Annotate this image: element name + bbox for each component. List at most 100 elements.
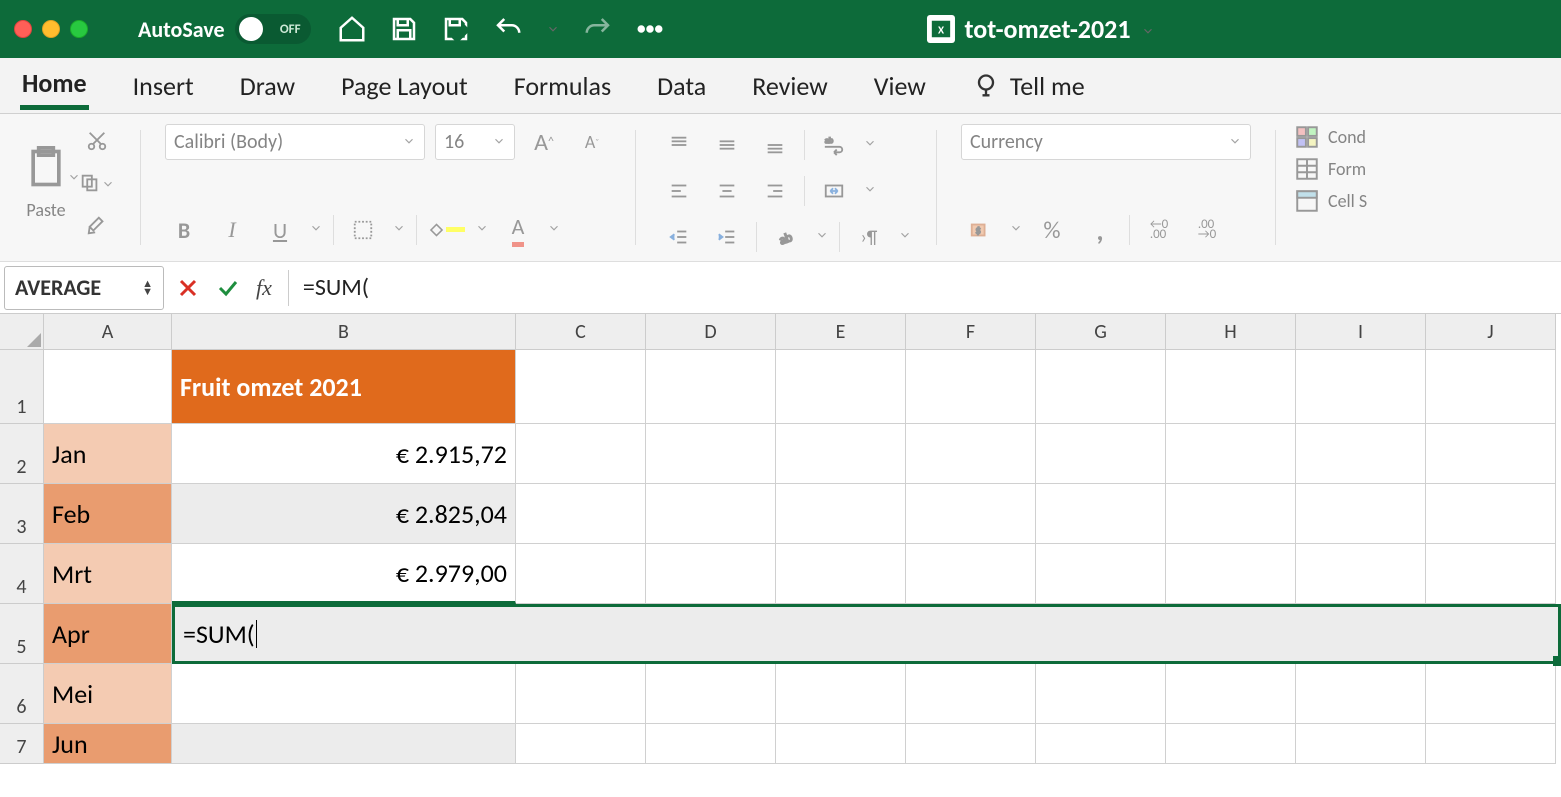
column-header-I[interactable]: I [1296,314,1426,350]
cell-B1[interactable]: Fruit omzet 2021 [172,350,516,424]
cell-F3[interactable] [906,484,1036,544]
undo-dropdown-icon[interactable] [545,14,561,44]
cell-H2[interactable] [1166,424,1296,484]
cell-J7[interactable] [1426,724,1556,764]
tab-formulas[interactable]: Formulas [512,64,613,108]
cell-B2[interactable]: € 2.915,72 [172,424,516,484]
row-header-4[interactable]: 4 [0,544,44,604]
tab-insert[interactable]: Insert [131,64,196,108]
cell-D2[interactable] [646,424,776,484]
cell-C4[interactable] [516,544,646,604]
cell-F7[interactable] [906,724,1036,764]
cell-J1[interactable] [1426,350,1556,424]
column-header-J[interactable]: J [1426,314,1556,350]
row-header-3[interactable]: 3 [0,484,44,544]
cut-icon[interactable] [78,124,116,158]
cell-J6[interactable] [1426,664,1556,724]
align-middle-icon[interactable] [708,128,746,162]
cell-D1[interactable] [646,350,776,424]
decrease-decimal-icon[interactable]: .00→0 [1188,213,1226,247]
undo-icon[interactable] [493,14,523,44]
maximize-window-button[interactable] [70,20,88,38]
close-window-button[interactable] [14,20,32,38]
column-header-B[interactable]: B [172,314,516,350]
cell-C6[interactable] [516,664,646,724]
cell-G2[interactable] [1036,424,1166,484]
name-box-stepper[interactable]: ▲▼ [142,280,153,296]
cell-D6[interactable] [646,664,776,724]
cell-A6[interactable]: Mei [44,664,172,724]
cell-B7[interactable] [172,724,516,764]
cell-B3[interactable]: € 2.825,04 [172,484,516,544]
cell-C2[interactable] [516,424,646,484]
cell-C1[interactable] [516,350,646,424]
cell-I2[interactable] [1296,424,1426,484]
more-icon[interactable] [635,14,665,44]
cell-B4[interactable]: € 2.979,00 [172,544,516,604]
orientation-icon[interactable]: ab [767,220,805,254]
cell-F4[interactable] [906,544,1036,604]
cell-J4[interactable] [1426,544,1556,604]
cancel-formula-button[interactable] [168,268,208,308]
cell-I7[interactable] [1296,724,1426,764]
fx-icon[interactable]: fx [256,275,272,301]
cell-E4[interactable] [776,544,906,604]
cell-G3[interactable] [1036,484,1166,544]
column-header-F[interactable]: F [906,314,1036,350]
cell-C3[interactable] [516,484,646,544]
cell-H3[interactable] [1166,484,1296,544]
cell-E3[interactable] [776,484,906,544]
merge-icon[interactable] [815,174,853,208]
tab-data[interactable]: Data [655,64,708,108]
autosave-toggle[interactable]: OFF [235,14,311,44]
cell-F1[interactable] [906,350,1036,424]
cell-H4[interactable] [1166,544,1296,604]
align-bottom-icon[interactable] [756,128,794,162]
document-title[interactable]: X tot-omzet-2021 [926,13,1154,45]
number-format-select[interactable]: Currency [961,124,1251,160]
name-box[interactable]: AVERAGE ▲▼ [4,266,164,310]
cell-A7[interactable]: Jun [44,724,172,764]
cell-H7[interactable] [1166,724,1296,764]
autosave-control[interactable]: AutoSave OFF [138,14,311,44]
select-all-corner[interactable] [0,314,44,350]
cell-H6[interactable] [1166,664,1296,724]
cell-E6[interactable] [776,664,906,724]
cell-I6[interactable] [1296,664,1426,724]
tab-review[interactable]: Review [750,64,830,108]
cell-A2[interactable]: Jan [44,424,172,484]
accounting-format-icon[interactable]: $ [961,213,999,247]
tab-home[interactable]: Home [20,61,89,110]
increase-indent-icon[interactable] [708,220,746,254]
home-icon[interactable] [337,14,367,44]
row-header-5[interactable]: 5 [0,604,44,664]
format-painter-icon[interactable] [78,208,116,242]
underline-button[interactable]: U [261,213,299,247]
column-header-C[interactable]: C [516,314,646,350]
cell-F2[interactable] [906,424,1036,484]
cell-E1[interactable] [776,350,906,424]
bold-button[interactable]: B [165,213,203,247]
align-right-icon[interactable] [756,174,794,208]
row-header-2[interactable]: 2 [0,424,44,484]
cell-I3[interactable] [1296,484,1426,544]
cell-J2[interactable] [1426,424,1556,484]
cell-styles-button[interactable]: Cell S [1294,188,1367,214]
font-name-select[interactable]: Calibri (Body) [165,124,425,160]
comma-icon[interactable]: , [1081,213,1119,247]
cell-G1[interactable] [1036,350,1166,424]
align-top-icon[interactable] [660,128,698,162]
tab-page-layout[interactable]: Page Layout [339,64,470,108]
increase-font-icon[interactable]: A^ [525,125,563,159]
cell-E7[interactable] [776,724,906,764]
cell-G7[interactable] [1036,724,1166,764]
confirm-formula-button[interactable] [208,268,248,308]
save-icon[interactable] [389,14,419,44]
row-header-1[interactable]: 1 [0,350,44,424]
cell-D7[interactable] [646,724,776,764]
cell-A4[interactable]: Mrt [44,544,172,604]
save-edit-icon[interactable] [441,14,471,44]
cell-A1[interactable] [44,350,172,424]
cell-I1[interactable] [1296,350,1426,424]
format-as-table-button[interactable]: Form [1294,156,1367,182]
